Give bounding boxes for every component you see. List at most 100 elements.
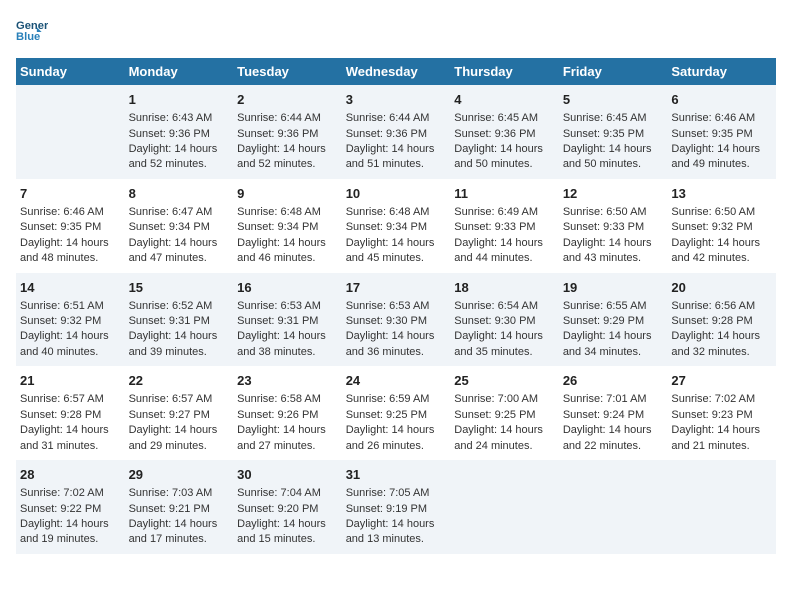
cell-info: Sunrise: 6:55 AM Sunset: 9:29 PM Dayligh… [563, 299, 664, 361]
cell-3-0: 21Sunrise: 6:57 AM Sunset: 9:28 PM Dayli… [16, 366, 125, 460]
cell-1-5: 12 Sunrise: 6:50 AM Sunset: 9:33 PM Dayli… [559, 179, 668, 273]
cell-info: Sunrise: 6:52 AM Sunset: 9:31 PM Dayligh… [129, 299, 230, 361]
cell-info: Sunrise: 7:03 AM Sunset: 9:21 PM Dayligh… [129, 486, 230, 548]
cell-2-4: 18Sunrise: 6:54 AM Sunset: 9:30 PM Dayli… [450, 273, 559, 367]
header-monday: Monday [125, 58, 234, 85]
cell-info: Sunrise: 6:45 AM Sunset: 9:35 PM Dayligh… [563, 111, 664, 173]
cell-info: Sunrise: 6:47 AM Sunset: 9:34 PM Dayligh… [129, 205, 230, 267]
cell-info: Sunrise: 6:44 AM Sunset: 9:36 PM Dayligh… [346, 111, 447, 173]
week-row-4: 21Sunrise: 6:57 AM Sunset: 9:28 PM Dayli… [16, 366, 776, 460]
header-row: SundayMondayTuesdayWednesdayThursdayFrid… [16, 58, 776, 85]
day-number: 13 [671, 185, 772, 203]
cell-0-0 [16, 85, 125, 179]
cell-1-1: 8 Sunrise: 6:47 AM Sunset: 9:34 PM Daylig… [125, 179, 234, 273]
day-number: 11 [454, 185, 555, 203]
cell-0-5: 5 Sunrise: 6:45 AM Sunset: 9:35 PM Daylig… [559, 85, 668, 179]
cell-2-3: 17Sunrise: 6:53 AM Sunset: 9:30 PM Dayli… [342, 273, 451, 367]
cell-info: Sunrise: 7:02 AM Sunset: 9:22 PM Dayligh… [20, 486, 121, 548]
day-number: 3 [346, 91, 447, 109]
cell-info: Sunrise: 6:56 AM Sunset: 9:28 PM Dayligh… [671, 299, 772, 361]
day-number: 30 [237, 466, 338, 484]
cell-3-4: 25 Sunrise: 7:00 AM Sunset: 9:25 PM Dayli… [450, 366, 559, 460]
day-number: 6 [671, 91, 772, 109]
day-number: 2 [237, 91, 338, 109]
day-number: 22 [129, 372, 230, 390]
cell-3-3: 24 Sunrise: 6:59 AM Sunset: 9:25 PM Dayli… [342, 366, 451, 460]
cell-info: Sunrise: 7:04 AM Sunset: 9:20 PM Dayligh… [237, 486, 338, 548]
day-number: 16 [237, 279, 338, 297]
cell-info: Sunrise: 6:59 AM Sunset: 9:25 PM Dayligh… [346, 392, 447, 454]
cell-1-6: 13 Sunrise: 6:50 AM Sunset: 9:32 PM Dayli… [667, 179, 776, 273]
header-friday: Friday [559, 58, 668, 85]
day-number: 23 [237, 372, 338, 390]
cell-info: Sunrise: 6:46 AM Sunset: 9:35 PM Dayligh… [671, 111, 772, 173]
cell-3-2: 23Sunrise: 6:58 AM Sunset: 9:26 PM Dayli… [233, 366, 342, 460]
header-thursday: Thursday [450, 58, 559, 85]
cell-info: Sunrise: 6:50 AM Sunset: 9:33 PM Dayligh… [563, 205, 664, 267]
header-saturday: Saturday [667, 58, 776, 85]
day-number: 24 [346, 372, 447, 390]
day-number: 31 [346, 466, 447, 484]
svg-text:Blue: Blue [16, 31, 40, 43]
cell-info: Sunrise: 6:51 AM Sunset: 9:32 PM Dayligh… [20, 299, 121, 361]
cell-info: Sunrise: 7:01 AM Sunset: 9:24 PM Dayligh… [563, 392, 664, 454]
cell-3-1: 22 Sunrise: 6:57 AM Sunset: 9:27 PM Dayli… [125, 366, 234, 460]
day-number: 19 [563, 279, 664, 297]
cell-info: Sunrise: 7:02 AM Sunset: 9:23 PM Dayligh… [671, 392, 772, 454]
cell-info: Sunrise: 6:48 AM Sunset: 9:34 PM Dayligh… [237, 205, 338, 267]
cell-4-6 [667, 460, 776, 554]
cell-1-4: 11 Sunrise: 6:49 AM Sunset: 9:33 PM Dayli… [450, 179, 559, 273]
cell-4-5 [559, 460, 668, 554]
cell-1-3: 10Sunrise: 6:48 AM Sunset: 9:34 PM Dayli… [342, 179, 451, 273]
cell-info: Sunrise: 6:53 AM Sunset: 9:31 PM Dayligh… [237, 299, 338, 361]
cell-0-6: 6 Sunrise: 6:46 AM Sunset: 9:35 PM Daylig… [667, 85, 776, 179]
cell-4-4 [450, 460, 559, 554]
cell-info: Sunrise: 7:00 AM Sunset: 9:25 PM Dayligh… [454, 392, 555, 454]
cell-info: Sunrise: 6:57 AM Sunset: 9:27 PM Dayligh… [129, 392, 230, 454]
day-number: 20 [671, 279, 772, 297]
cell-2-0: 14 Sunrise: 6:51 AM Sunset: 9:32 PM Dayli… [16, 273, 125, 367]
cell-info: Sunrise: 6:43 AM Sunset: 9:36 PM Dayligh… [129, 111, 230, 173]
calendar-table: SundayMondayTuesdayWednesdayThursdayFrid… [16, 58, 776, 554]
cell-2-2: 16 Sunrise: 6:53 AM Sunset: 9:31 PM Dayli… [233, 273, 342, 367]
cell-1-2: 9Sunrise: 6:48 AM Sunset: 9:34 PM Daylig… [233, 179, 342, 273]
logo: GeneralBlue [16, 16, 48, 48]
week-row-3: 14 Sunrise: 6:51 AM Sunset: 9:32 PM Dayli… [16, 273, 776, 367]
day-number: 1 [129, 91, 230, 109]
cell-3-5: 26 Sunrise: 7:01 AM Sunset: 9:24 PM Dayli… [559, 366, 668, 460]
cell-info: Sunrise: 7:05 AM Sunset: 9:19 PM Dayligh… [346, 486, 447, 548]
day-number: 28 [20, 466, 121, 484]
day-number: 8 [129, 185, 230, 203]
day-number: 14 [20, 279, 121, 297]
cell-0-2: 2 Sunrise: 6:44 AM Sunset: 9:36 PM Daylig… [233, 85, 342, 179]
cell-4-1: 29 Sunrise: 7:03 AM Sunset: 9:21 PM Dayli… [125, 460, 234, 554]
header-tuesday: Tuesday [233, 58, 342, 85]
day-number: 5 [563, 91, 664, 109]
cell-4-0: 28 Sunrise: 7:02 AM Sunset: 9:22 PM Dayli… [16, 460, 125, 554]
day-number: 25 [454, 372, 555, 390]
day-number: 18 [454, 279, 555, 297]
day-number: 12 [563, 185, 664, 203]
cell-info: Sunrise: 6:44 AM Sunset: 9:36 PM Dayligh… [237, 111, 338, 173]
day-number: 10 [346, 185, 447, 203]
cell-4-2: 30 Sunrise: 7:04 AM Sunset: 9:20 PM Dayli… [233, 460, 342, 554]
day-number: 27 [671, 372, 772, 390]
cell-1-0: 7Sunrise: 6:46 AM Sunset: 9:35 PM Daylig… [16, 179, 125, 273]
cell-2-5: 19 Sunrise: 6:55 AM Sunset: 9:29 PM Dayli… [559, 273, 668, 367]
cell-info: Sunrise: 6:49 AM Sunset: 9:33 PM Dayligh… [454, 205, 555, 267]
svg-text:General: General [16, 20, 48, 32]
week-row-1: 1 Sunrise: 6:43 AM Sunset: 9:36 PM Daylig… [16, 85, 776, 179]
cell-2-6: 20 Sunrise: 6:56 AM Sunset: 9:28 PM Dayli… [667, 273, 776, 367]
cell-0-1: 1 Sunrise: 6:43 AM Sunset: 9:36 PM Daylig… [125, 85, 234, 179]
cell-info: Sunrise: 6:50 AM Sunset: 9:32 PM Dayligh… [671, 205, 772, 267]
day-number: 29 [129, 466, 230, 484]
header-wednesday: Wednesday [342, 58, 451, 85]
cell-2-1: 15Sunrise: 6:52 AM Sunset: 9:31 PM Dayli… [125, 273, 234, 367]
week-row-2: 7Sunrise: 6:46 AM Sunset: 9:35 PM Daylig… [16, 179, 776, 273]
day-number: 4 [454, 91, 555, 109]
cell-info: Sunrise: 6:46 AM Sunset: 9:35 PM Dayligh… [20, 205, 121, 267]
cell-4-3: 31 Sunrise: 7:05 AM Sunset: 9:19 PM Dayli… [342, 460, 451, 554]
calendar-body: 1 Sunrise: 6:43 AM Sunset: 9:36 PM Daylig… [16, 85, 776, 554]
cell-0-4: 4Sunrise: 6:45 AM Sunset: 9:36 PM Daylig… [450, 85, 559, 179]
day-number: 26 [563, 372, 664, 390]
